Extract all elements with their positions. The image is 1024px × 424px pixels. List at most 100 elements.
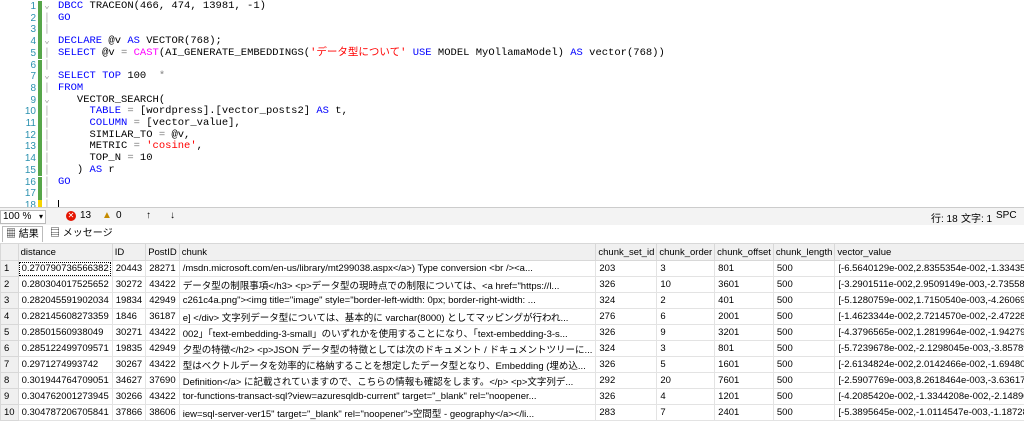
column-header-chunk_length[interactable]: chunk_length [772, 243, 836, 261]
cell-vector_value[interactable]: [-3.2901511e-002,2.9509149e-003,-2.73558… [834, 276, 1024, 293]
cell-PostID[interactable]: 42949 [145, 292, 180, 309]
cell-vector_value[interactable]: [-2.5907769e-003,8.2618464e-003,-3.63617… [834, 372, 1024, 389]
tab-results[interactable]: ▦ 結果 [2, 226, 43, 242]
cell-chunk[interactable]: c261c4a.png"><img title="image" style="b… [178, 292, 597, 309]
table-row[interactable]: 1 0.270790736566382 20443 28271/msdn.micros… [0, 260, 1024, 277]
cell-vector_value[interactable]: [-5.7239678e-002,-2.1298045e-003,-3.8578… [834, 340, 1024, 357]
row-number-cell[interactable]: 1 [0, 260, 19, 277]
cell-PostID[interactable]: 43422 [145, 388, 180, 405]
cell-chunk_length[interactable]: 500 [772, 404, 836, 421]
column-header-chunk[interactable]: chunk [178, 243, 597, 261]
cell-ID[interactable]: 34627 [111, 372, 147, 389]
cell-chunk[interactable]: 型はベクトルデータを効率的に格納することを想定したデータ型となり、Embeddi… [178, 356, 597, 373]
cell-chunk_order[interactable]: 3 [656, 260, 716, 277]
cell-PostID[interactable]: 38606 [145, 404, 180, 421]
cell-PostID[interactable]: 43422 [145, 276, 180, 293]
column-header-vector_value[interactable]: vector_value [834, 243, 1024, 261]
editor-line[interactable]: 18 │ [0, 199, 1024, 207]
cell-chunk_set_id[interactable]: 326 [595, 388, 658, 405]
cell-chunk_set_id[interactable]: 283 [595, 404, 658, 421]
cell-PostID[interactable]: 43422 [145, 324, 180, 341]
cell-chunk_order[interactable]: 10 [656, 276, 716, 293]
cell-chunk_order[interactable]: 3 [656, 340, 716, 357]
row-number-cell[interactable]: 4 [0, 308, 19, 325]
editor-line[interactable]: 15 │ ) AS r [0, 164, 1024, 177]
column-header-PostID[interactable]: PostID [145, 243, 180, 261]
row-number-cell[interactable]: 10 [0, 404, 19, 421]
cell-chunk_order[interactable]: 7 [656, 404, 716, 421]
cell-chunk_set_id[interactable]: 292 [595, 372, 658, 389]
cell-PostID[interactable]: 28271 [145, 260, 180, 277]
cell-chunk_length[interactable]: 500 [772, 388, 836, 405]
row-number-cell[interactable]: 7 [0, 356, 19, 373]
table-row[interactable]: 6 0.285122499709571 19835 42949 夕型の特徴</h2> <… [0, 340, 1024, 357]
table-row[interactable]: 8 0.301944764709051 34627 37690 Definition</… [0, 372, 1024, 389]
cell-chunk_set_id[interactable]: 324 [595, 340, 658, 357]
cell-chunk[interactable]: Definition</a> に記載されていますので、こちらの情報も確認をします… [178, 372, 597, 389]
cell-chunk_order[interactable]: 4 [656, 388, 716, 405]
cell-chunk_offset[interactable]: 3601 [714, 276, 774, 293]
cell-distance[interactable]: 0.28501560938049 [17, 324, 113, 341]
cell-ID[interactable]: 30267 [111, 356, 147, 373]
cell-vector_value[interactable]: [-4.3796565e-002,1.2819964e-002,-1.94279… [834, 324, 1024, 341]
warning-count[interactable]: 0 [116, 210, 122, 221]
table-row[interactable]: 2 0.280304017525652 30272 43422 データ型の制限事項</h… [0, 276, 1024, 293]
cell-PostID[interactable]: 36187 [145, 308, 180, 325]
cell-chunk_set_id[interactable]: 326 [595, 356, 658, 373]
cell-distance[interactable]: 0.282145608273359 [17, 308, 113, 325]
row-number-cell[interactable]: 6 [0, 340, 19, 357]
table-row[interactable]: 5 0.28501560938049 30271 43422 002」「text-emb… [0, 324, 1024, 341]
cell-distance[interactable]: 0.304787206705841 [17, 404, 113, 421]
editor-line[interactable]: 16 │ GO [0, 176, 1024, 189]
cell-chunk_offset[interactable]: 2001 [714, 308, 774, 325]
cell-chunk_order[interactable]: 20 [656, 372, 716, 389]
cell-vector_value[interactable]: [-5.1280759e-002,1.7150540e-003,-4.26069… [834, 292, 1024, 309]
row-number-cell[interactable]: 3 [0, 292, 19, 309]
cell-chunk_offset[interactable]: 3201 [714, 324, 774, 341]
cell-distance[interactable]: 0.282045591902034 [17, 292, 113, 309]
cell-chunk_offset[interactable]: 801 [714, 260, 774, 277]
cell-vector_value[interactable]: [-2.6134824e-002,2.0142466e-002,-1.69480… [834, 356, 1024, 373]
editor-line[interactable]: 5 │ SELECT @v = CAST(AI_GENERATE_EMBEDDING… [0, 47, 1024, 60]
cell-distance[interactable]: 0.285122499709571 [17, 340, 113, 357]
row-number-cell[interactable]: 9 [0, 388, 19, 405]
cell-chunk_offset[interactable]: 801 [714, 340, 774, 357]
table-row[interactable]: 10 0.304787206705841 37866 38606 iew=sql-ser… [0, 404, 1024, 421]
editor-line[interactable]: 2 │ GO [0, 12, 1024, 25]
cell-distance[interactable]: 0.304762001273945 [17, 388, 113, 405]
cell-ID[interactable]: 19835 [111, 340, 147, 357]
warning-icon[interactable]: ▲ [102, 210, 112, 221]
cell-chunk_offset[interactable]: 401 [714, 292, 774, 309]
cell-chunk_order[interactable]: 9 [656, 324, 716, 341]
cell-chunk_offset[interactable]: 2401 [714, 404, 774, 421]
cell-PostID[interactable]: 37690 [145, 372, 180, 389]
column-header-chunk_set_id[interactable]: chunk_set_id [595, 243, 658, 261]
cell-chunk_length[interactable]: 500 [772, 340, 836, 357]
cell-chunk_order[interactable]: 6 [656, 308, 716, 325]
zoom-dropdown[interactable]: 100 % ▾ [0, 210, 46, 224]
row-number-cell[interactable]: 8 [0, 372, 19, 389]
editor-line[interactable]: 17 │ [0, 188, 1024, 200]
column-header-chunk_order[interactable]: chunk_order [656, 243, 716, 261]
cell-vector_value[interactable]: [-5.3895645e-002,-1.0114547e-003,-1.1872… [834, 404, 1024, 421]
cell-ID[interactable]: 37866 [111, 404, 147, 421]
query-editor[interactable]: 1 ⌄ DBCC TRACEON(466, 474, 13981, -1) 2 │ GO 3… [0, 0, 1024, 207]
cell-chunk_length[interactable]: 500 [772, 372, 836, 389]
cell-chunk[interactable]: /msdn.microsoft.com/en-us/library/mt2990… [178, 260, 597, 277]
cell-chunk_order[interactable]: 5 [656, 356, 716, 373]
cell-chunk_offset[interactable]: 1601 [714, 356, 774, 373]
arrow-up-icon[interactable]: ↑ [146, 210, 151, 221]
cell-ID[interactable]: 30271 [111, 324, 147, 341]
cell-chunk[interactable]: 夕型の特徴</h2> <p>JSON データ型の特徴としては次のドキュメント /… [178, 340, 597, 357]
row-number-cell[interactable]: 2 [0, 276, 19, 293]
column-header-distance[interactable]: distance [17, 243, 113, 261]
fold-toggle-icon[interactable]: ⌄ [42, 1, 52, 13]
editor-line[interactable]: 1 ⌄ DBCC TRACEON(466, 474, 13981, -1) [0, 0, 1024, 13]
cell-chunk_set_id[interactable]: 276 [595, 308, 658, 325]
row-number-cell[interactable]: 5 [0, 324, 19, 341]
editor-line[interactable]: 13 │ METRIC = 'cosine', [0, 141, 1024, 154]
cell-chunk_length[interactable]: 500 [772, 308, 836, 325]
fold-toggle-icon[interactable]: ⌄ [42, 36, 52, 48]
cell-chunk_set_id[interactable]: 203 [595, 260, 658, 277]
cell-chunk_length[interactable]: 500 [772, 276, 836, 293]
